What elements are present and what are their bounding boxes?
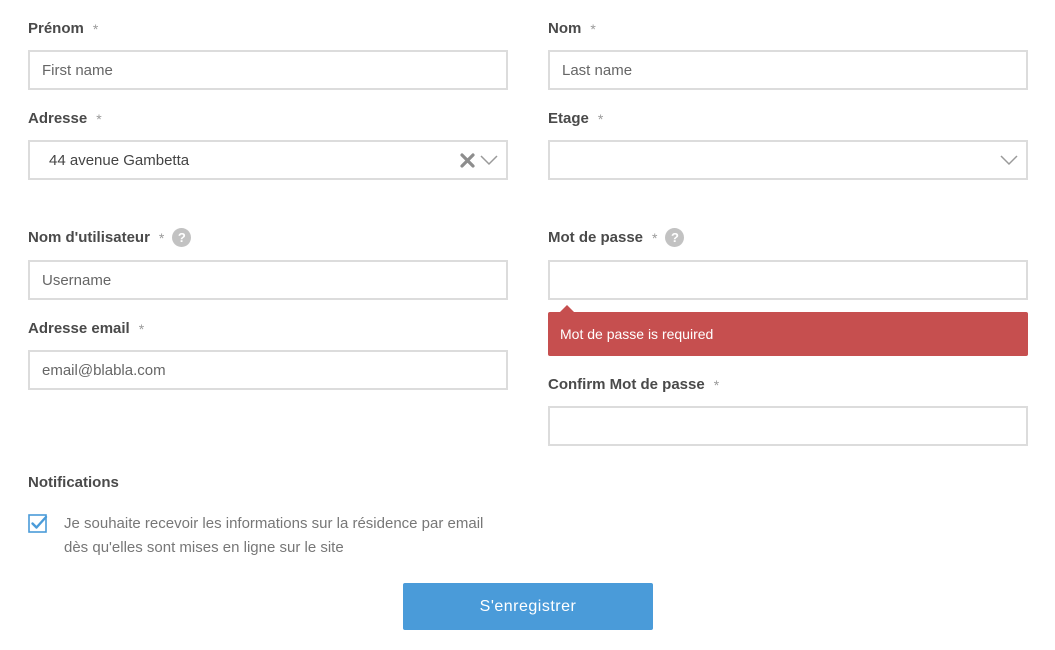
- required-mark: *: [158, 229, 165, 246]
- required-mark: *: [92, 20, 99, 37]
- floor-select[interactable]: [548, 140, 1028, 180]
- required-mark: *: [138, 320, 145, 337]
- first-name-input[interactable]: [28, 50, 508, 90]
- username-label-text: Nom d'utilisateur: [28, 229, 150, 246]
- address-select-value: 44 avenue Gambetta: [49, 151, 190, 169]
- help-icon[interactable]: ?: [665, 228, 685, 247]
- required-mark: *: [713, 376, 720, 393]
- email-label-text: Adresse email: [28, 320, 130, 337]
- username-input[interactable]: [28, 260, 508, 300]
- password-label-text: Mot de passe: [548, 229, 644, 246]
- floor-label: Etage *: [548, 110, 603, 127]
- chevron-down-icon[interactable]: [1000, 154, 1018, 166]
- password-error-message: Mot de passe is required: [548, 305, 1028, 356]
- confirm-password-input[interactable]: [548, 406, 1028, 446]
- first-name-label-text: Prénom: [28, 20, 84, 37]
- confirm-password-label-text: Confirm Mot de passe: [548, 376, 705, 393]
- email-input[interactable]: [28, 350, 508, 390]
- password-label: Mot de passe * ?: [548, 228, 685, 247]
- username-label: Nom d'utilisateur * ?: [28, 228, 192, 247]
- floor-label-text: Etage: [548, 110, 589, 127]
- required-mark: *: [652, 229, 658, 246]
- checkmark-icon: [28, 514, 48, 533]
- last-name-label: Nom *: [548, 20, 596, 37]
- first-name-label: Prénom *: [28, 20, 98, 37]
- address-label-text: Adresse: [28, 110, 88, 127]
- register-button[interactable]: S'enregistrer: [403, 583, 653, 630]
- notifications-title: Notifications: [28, 474, 119, 491]
- password-input[interactable]: [548, 260, 1028, 300]
- help-icon[interactable]: ?: [172, 228, 192, 247]
- required-mark: *: [590, 20, 596, 37]
- close-icon[interactable]: [460, 152, 475, 168]
- required-mark: *: [597, 110, 604, 127]
- address-label: Adresse *: [28, 110, 102, 127]
- email-label: Adresse email *: [28, 320, 144, 337]
- last-name-input[interactable]: [548, 50, 1028, 90]
- confirm-password-label: Confirm Mot de passe *: [548, 376, 719, 393]
- last-name-label-text: Nom: [548, 20, 582, 37]
- required-mark: *: [96, 110, 102, 127]
- chevron-down-icon[interactable]: [480, 154, 498, 166]
- notifications-checkbox[interactable]: [28, 514, 48, 534]
- address-select[interactable]: 44 avenue Gambetta: [28, 140, 508, 180]
- notifications-checkbox-text: Je souhaite recevoir les informations su…: [64, 515, 484, 556]
